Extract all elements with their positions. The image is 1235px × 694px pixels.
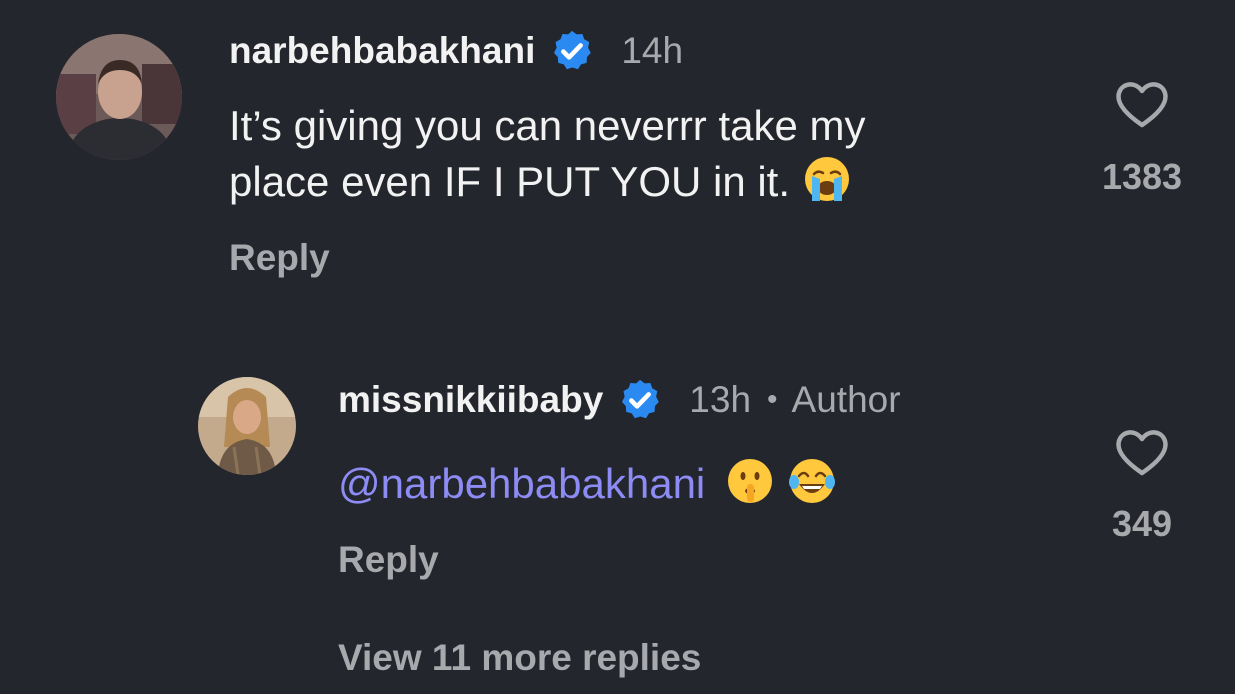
comment-time: 14h <box>621 30 684 71</box>
verified-badge-icon <box>617 377 663 423</box>
username-text[interactable]: narbehbabakhani <box>229 29 535 73</box>
heart-outline-icon[interactable] <box>1114 80 1170 130</box>
heart-outline-icon[interactable] <box>1114 428 1170 478</box>
comment-text-line: It’s giving you can neverrr take my <box>229 102 866 149</box>
comments-panel: narbehbabakhani 14h It’s giving you can … <box>0 0 1235 694</box>
mention-link[interactable]: @narbehbabakhani <box>338 460 705 507</box>
comment-text: @narbehbabakhani <box>338 456 837 512</box>
avatar[interactable] <box>56 34 182 160</box>
comment-username[interactable]: narbehbabakhani 14h <box>229 28 683 74</box>
comment-text-line: place even IF I PUT YOU in it. <box>229 158 791 205</box>
comment-username[interactable]: missnikkiibaby 13h • Author <box>338 377 901 423</box>
comment-time: 13h <box>689 379 752 420</box>
verified-badge-icon <box>549 28 595 74</box>
reply-button[interactable]: Reply <box>338 538 439 582</box>
avatar[interactable] <box>198 377 296 475</box>
view-more-replies-button[interactable]: View 11 more replies <box>338 636 701 680</box>
face-with-tears-of-joy-icon <box>787 456 837 506</box>
like-count: 1383 <box>1101 156 1183 197</box>
username-text[interactable]: missnikkiibaby <box>338 378 603 422</box>
shushing-face-icon <box>725 456 775 506</box>
comment-text-line-2: place even IF I PUT YOU in it. <box>229 154 866 210</box>
like-count: 349 <box>1111 503 1173 544</box>
comment-text: It’s giving you can neverrr take my plac… <box>229 98 866 210</box>
loudly-crying-face-icon <box>802 154 852 204</box>
separator-dot: • <box>767 383 778 416</box>
author-badge: Author <box>791 379 901 420</box>
reply-button[interactable]: Reply <box>229 236 330 280</box>
